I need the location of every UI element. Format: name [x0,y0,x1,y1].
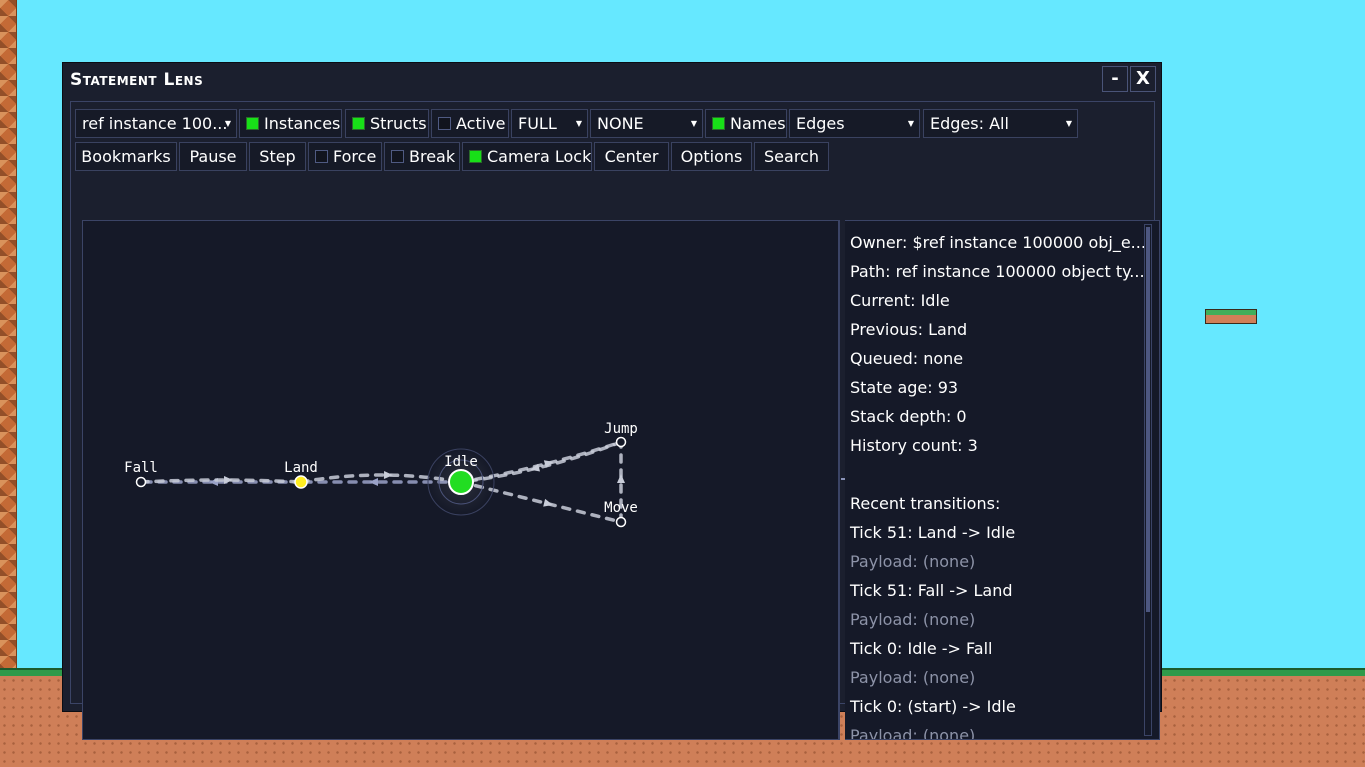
minimize-button[interactable]: - [1102,66,1128,92]
force-label: Force [333,147,377,166]
history-count-text: History count: 3 [850,436,978,455]
graph-edge-arrow [369,478,378,486]
camera-lock-checkbox[interactable]: Camera Lock [462,142,592,171]
checkbox-indicator [469,150,482,163]
close-button[interactable]: X [1130,66,1156,92]
recent-transitions-header: Recent transitions: [850,494,1001,513]
transition-payload: Payload: (none) [850,610,976,629]
edges-filter-dropdown[interactable]: Edges: All ▼ [923,109,1078,138]
node-dot [615,436,627,448]
active-label: Active [456,114,506,133]
floating-platform [1205,309,1257,324]
current-state-text: Current: Idle [850,291,950,310]
filter-dropdown-value: NONE [597,114,644,133]
step-label: Step [259,147,296,166]
window-content: ref instance 100... ▼ Instances Structs … [70,101,1160,740]
transition-payload: Payload: (none) [850,726,976,740]
break-label: Break [409,147,456,166]
force-checkbox[interactable]: Force [308,142,382,171]
graph-edge-arrow [223,475,233,484]
node-dot [294,475,308,489]
options-button[interactable]: Options [671,142,752,171]
graph-node-fall: Fall [124,460,158,488]
edges-layer [139,440,625,524]
target-dropdown-value: ref instance 100... [82,114,228,133]
dropdown-arrow-icon: ▼ [1065,119,1072,128]
path-text: Path: ref instance 100000 object ty... [850,262,1145,281]
pause-button[interactable]: Pause [179,142,247,171]
window-title: Statement Lens [70,70,204,90]
detail-dropdown-value: FULL [518,114,557,133]
structs-label: Structs [370,114,427,133]
step-button[interactable]: Step [249,142,306,171]
statement-lens-window: Statement Lens - X ref instance 100... ▼… [62,62,1162,740]
target-dropdown[interactable]: ref instance 100... ▼ [75,109,237,138]
info-scrollbar-thumb[interactable] [1146,227,1150,612]
instances-checkbox[interactable]: Instances [239,109,342,138]
state-graph-canvas[interactable]: Fall Land Idle Jump Move [82,220,839,740]
camera-lock-label: Camera Lock [487,147,592,166]
graph-edge-arrow [617,474,625,483]
active-checkbox[interactable]: Active [431,109,509,138]
pause-label: Pause [189,147,237,166]
brick-wall [0,0,17,668]
stack-depth-text: Stack depth: 0 [850,407,967,426]
graph-node-label: Jump [604,421,638,437]
center-label: Center [604,147,659,166]
node-dot [135,476,147,488]
graph-node-land: Land [284,460,318,489]
node-dot [615,516,627,528]
names-checkbox[interactable]: Names [705,109,787,138]
state-graph-svg: Fall Land Idle Jump Move [124,421,638,528]
checkbox-indicator [712,117,725,130]
checkbox-indicator [352,117,365,130]
graph-node-label: Fall [124,460,158,476]
graph-edge-arrow [383,470,393,479]
transition-item: Tick 51: Land -> Idle [850,523,1016,542]
info-scrollbar[interactable] [1144,224,1152,736]
queued-text: Queued: none [850,349,964,368]
graph-node-move: Move [604,500,638,528]
transition-item: Tick 51: Fall -> Land [850,581,1013,600]
search-label: Search [764,147,819,166]
structs-checkbox[interactable]: Structs [345,109,429,138]
state-info-panel: Owner: $ref instance 100000 obj_e... Pat… [845,220,1160,740]
dropdown-arrow-icon: ▼ [575,119,582,128]
graph-node-label: Idle [444,454,478,470]
edges-filter-dropdown-value: Edges: All [930,114,1009,133]
checkbox-indicator [246,117,259,130]
detail-dropdown[interactable]: FULL ▼ [511,109,588,138]
transition-payload: Payload: (none) [850,668,976,687]
owner-text: Owner: $ref instance 100000 obj_e... [850,233,1146,252]
transition-item: Tick 0: (start) -> Idle [850,697,1016,716]
graph-node-idle: Idle [427,448,495,516]
break-checkbox[interactable]: Break [384,142,460,171]
bookmarks-label: Bookmarks [81,147,171,166]
node-dot [448,469,474,495]
bookmarks-button[interactable]: Bookmarks [75,142,177,171]
window-titlebar[interactable]: Statement Lens - X [63,63,1161,97]
dropdown-arrow-icon: ▼ [907,119,914,128]
checkbox-indicator [391,150,404,163]
names-label: Names [730,114,786,133]
graph-node-jump: Jump [604,421,638,448]
search-button[interactable]: Search [754,142,829,171]
options-label: Options [680,147,743,166]
transition-item: Tick 0: Idle -> Fall [850,639,993,658]
checkbox-indicator [315,150,328,163]
previous-state-text: Previous: Land [850,320,968,339]
state-age-text: State age: 93 [850,378,959,397]
graph-node-label: Land [284,460,318,476]
center-button[interactable]: Center [594,142,669,171]
dropdown-arrow-icon: ▼ [690,119,697,128]
transition-payload: Payload: (none) [850,552,976,571]
edges-dropdown-value: Edges [796,114,845,133]
filter-dropdown[interactable]: NONE ▼ [590,109,703,138]
checkbox-indicator [438,117,451,130]
edges-dropdown[interactable]: Edges ▼ [789,109,920,138]
graph-node-label: Move [604,500,638,516]
dropdown-arrow-icon: ▼ [224,119,231,128]
instances-label: Instances [264,114,341,133]
